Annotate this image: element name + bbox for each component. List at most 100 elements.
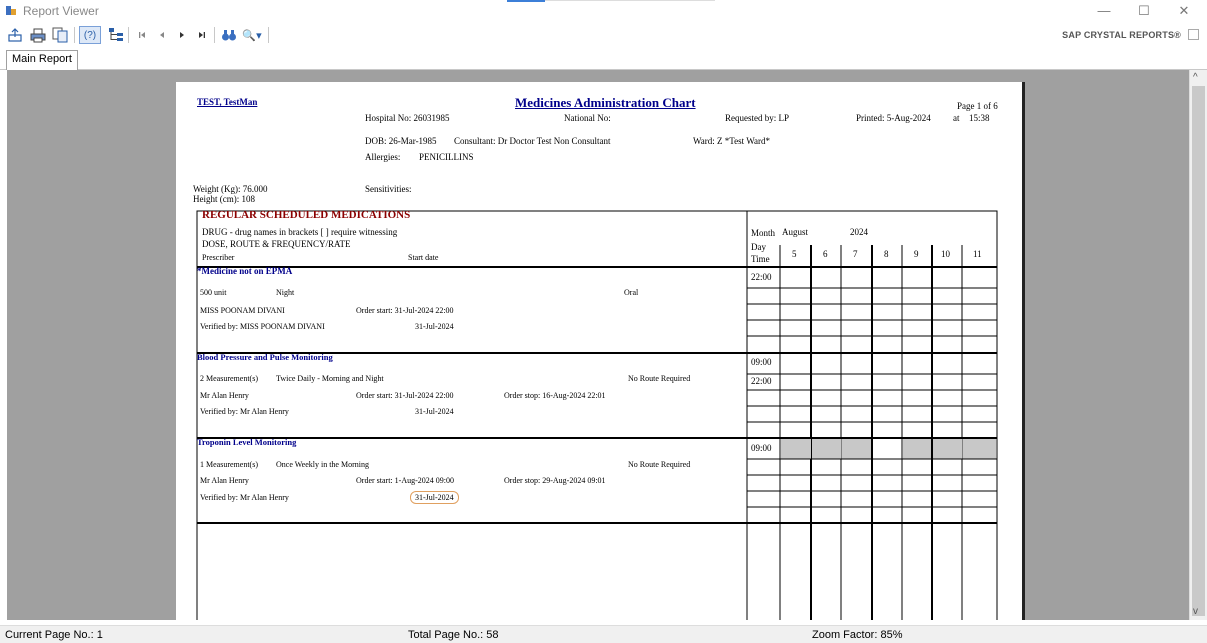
toolbar-separator [268, 27, 269, 43]
medication-verified-by: Verified by: Mr Alan Henry [200, 407, 289, 416]
group-tree-icon [109, 28, 123, 41]
month-value: August [782, 227, 809, 237]
first-page-icon [139, 32, 145, 38]
report-viewer-area[interactable]: TEST, TestMan Medicines Administration C… [7, 70, 1190, 620]
printed-at-label: at [953, 113, 960, 123]
export-icon [8, 28, 22, 42]
consultant: Consultant: Dr Doctor Test Non Consultan… [454, 136, 611, 146]
report-title: Medicines Administration Chart [515, 95, 696, 110]
status-bar: Current Page No.: 1 Total Page No.: 58 Z… [0, 625, 1207, 643]
chart-grid [196, 210, 998, 620]
medication-frequency: Once Weekly in the Morning [276, 460, 369, 469]
administration-time: 09:00 [751, 443, 772, 453]
hospital-number: Hospital No: 26031985 [365, 113, 450, 123]
page-indicator: Page 1 of 6 [957, 101, 998, 111]
medication-frequency: Twice Daily - Morning and Night [276, 374, 384, 383]
start-date-column-header: Start date [408, 253, 439, 262]
window-title: Report Viewer [23, 4, 99, 18]
medication-verified-date: 31-Jul-2024 [415, 322, 454, 331]
next-page-icon [180, 32, 184, 38]
report-page: TEST, TestMan Medicines Administration C… [176, 82, 1022, 620]
dose-column-header: DOSE, ROUTE & FREQUENCY/RATE [202, 239, 351, 249]
day-header: 6 [823, 249, 828, 259]
date-of-birth: DOB: 26-Mar-1985 [365, 136, 437, 146]
medication-order-start: Order start: 1-Aug-2024 09:00 [356, 476, 454, 485]
next-page-button[interactable] [173, 26, 191, 44]
medication-dose: 1 Measurement(s) [200, 460, 258, 469]
medication-prescriber: MISS POONAM DIVANI [200, 306, 285, 315]
medication-dose: 500 unit [200, 288, 227, 297]
brand-icon [1188, 29, 1199, 40]
report-tabs: Main Report [0, 48, 1207, 70]
printed-date: Printed: 5-Aug-2024 [856, 113, 931, 123]
group-tree-button[interactable] [107, 26, 125, 44]
time-label: Time [751, 254, 770, 264]
export-button[interactable] [6, 26, 24, 44]
loading-indicator [507, 0, 545, 2]
medication-order-start: Order start: 31-Jul-2024 22:00 [356, 306, 454, 315]
allergies-label: Allergies: [365, 152, 401, 162]
scroll-up-icon[interactable]: ^ [1193, 72, 1198, 83]
section-title: REGULAR SCHEDULED MEDICATIONS [202, 209, 411, 221]
minimize-button[interactable]: — [1087, 0, 1121, 22]
zoom-icon: 🔍▾ [242, 29, 262, 42]
allergies-value: PENICILLINS [419, 152, 474, 162]
scroll-down-icon[interactable]: v [1193, 606, 1198, 617]
scroll-thumb[interactable] [1192, 86, 1205, 616]
medication-order-start: Order start: 31-Jul-2024 22:00 [356, 391, 454, 400]
medication-verified-date[interactable]: 31-Jul-2024 [410, 491, 459, 504]
sensitivities-label: Sensitivities: [365, 184, 412, 194]
medication-order-stop: Order stop: 16-Aug-2024 22:01 [504, 391, 606, 400]
administration-time: 22:00 [751, 272, 772, 282]
day-header: 11 [973, 249, 982, 259]
medication-name: Troponin Level Monitoring [197, 437, 297, 447]
find-button[interactable] [220, 26, 238, 44]
copy-button[interactable] [51, 26, 69, 44]
tab-main-report[interactable]: Main Report [6, 50, 78, 70]
day-header: 9 [914, 249, 919, 259]
weight: Weight (Kg): 76.000 [193, 184, 268, 194]
height: Height (cm): 108 [193, 194, 255, 204]
day-header: 8 [884, 249, 889, 259]
medication-name: *Medicine not on EPMA [197, 266, 293, 276]
vertical-scrollbar[interactable]: ^ v [1189, 70, 1207, 620]
ward: Ward: Z *Test Ward* [693, 136, 770, 146]
copy-icon [52, 27, 68, 43]
close-button[interactable]: ✕ [1167, 0, 1201, 22]
brand-label: SAP CRYSTAL REPORTS® [1062, 30, 1181, 40]
prescriber-column-header: Prescriber [202, 253, 235, 262]
medication-order-stop: Order stop: 29-Aug-2024 09:01 [504, 476, 606, 485]
print-button[interactable] [29, 26, 47, 44]
maximize-button[interactable]: ☐ [1127, 0, 1161, 22]
day-header: 10 [941, 249, 950, 259]
help-button[interactable]: (?) [79, 26, 101, 44]
medication-dose: 2 Measurement(s) [200, 374, 258, 383]
medication-prescriber: Mr Alan Henry [200, 476, 249, 485]
zoom-button[interactable]: 🔍▾ [240, 26, 264, 44]
toolbar-separator [214, 27, 215, 43]
last-page-button[interactable] [193, 26, 211, 44]
toolbar-separator [128, 27, 129, 43]
medication-frequency: Night [276, 288, 295, 297]
patient-name: TEST, TestMan [197, 97, 258, 107]
administration-time: 09:00 [751, 357, 772, 367]
medication-route: No Route Required [628, 374, 691, 383]
medication-name: Blood Pressure and Pulse Monitoring [197, 352, 333, 362]
medication-verified-date: 31-Jul-2024 [415, 407, 454, 416]
printer-icon [30, 28, 46, 43]
day-label: Day [751, 242, 766, 252]
administration-time: 22:00 [751, 376, 772, 386]
previous-page-button[interactable] [153, 26, 171, 44]
day-header: 5 [792, 249, 797, 259]
national-number: National No: [564, 113, 611, 123]
first-page-button[interactable] [133, 26, 151, 44]
last-page-icon [199, 32, 205, 38]
binoculars-icon [222, 30, 236, 41]
total-pages-status: Total Page No.: 58 [408, 629, 499, 641]
medication-route: Oral [624, 288, 639, 297]
month-label: Month [751, 228, 776, 238]
requested-by: Requested by: LP [725, 113, 789, 123]
medication-verified-by: Verified by: MISS POONAM DIVANI [200, 322, 325, 331]
help-icon: (?) [83, 29, 97, 41]
year-value: 2024 [850, 227, 868, 237]
